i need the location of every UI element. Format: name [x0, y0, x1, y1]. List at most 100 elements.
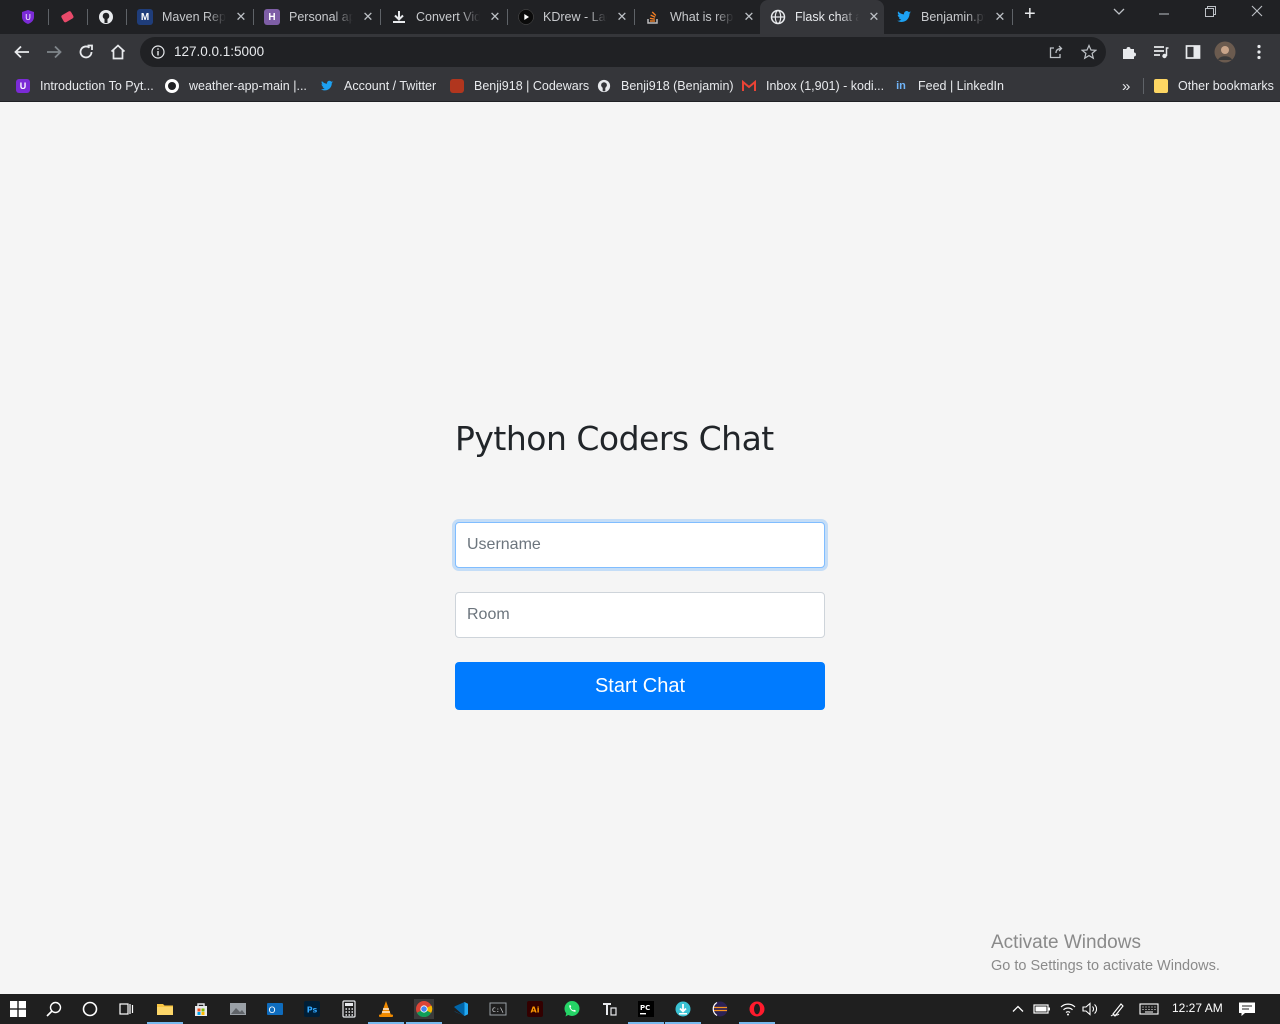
tab-maven[interactable]: M Maven Repository ✕	[137, 0, 248, 34]
taskbar-clock[interactable]: 12:27 AM	[1172, 1001, 1223, 1015]
url-text: 127.0.0.1:5000	[174, 44, 265, 59]
close-icon[interactable]: ✕	[361, 9, 375, 25]
touch-keyboard-tray-icon[interactable]	[1139, 999, 1159, 1019]
menu-button[interactable]	[1248, 41, 1270, 63]
bookmark-codewars[interactable]: Benji918 | Codewars	[450, 76, 589, 96]
pinned-tab-github[interactable]	[97, 8, 115, 26]
bookmark-weather-app[interactable]: weather-app-main |...	[165, 76, 307, 96]
show-hidden-icons-button[interactable]	[1008, 999, 1028, 1019]
bookmark-twitter-account[interactable]: Account / Twitter	[320, 76, 436, 96]
vscode-icon	[454, 1002, 468, 1016]
minimize-icon[interactable]	[1158, 4, 1170, 21]
github-icon	[597, 79, 611, 93]
battery-tray-icon[interactable]	[1032, 999, 1052, 1019]
windows-taskbar: O Ps C:\ Ai PC 12:27 AM	[0, 994, 1280, 1024]
gmail-icon	[742, 79, 756, 93]
close-icon[interactable]: ✕	[993, 9, 1007, 25]
more-bookmarks-button[interactable]: »	[1122, 76, 1130, 96]
download-icon	[391, 9, 407, 25]
taskbar-photos[interactable]	[228, 999, 248, 1019]
photoshop-icon: Ps	[304, 1001, 320, 1017]
eraser-icon	[61, 11, 74, 23]
taskbar-whatsapp[interactable]	[562, 999, 582, 1019]
tab-convert-video[interactable]: Convert Video ✕	[391, 0, 502, 34]
taskbar-photoshop[interactable]: Ps	[302, 999, 322, 1019]
playlist-icon	[1154, 46, 1169, 59]
close-window-icon[interactable]	[1250, 4, 1264, 21]
taskbar-downloader[interactable]	[665, 999, 701, 1024]
start-chat-button[interactable]: Start Chat	[455, 662, 825, 710]
volume-tray-icon[interactable]	[1080, 999, 1100, 1019]
taskbar-file-explorer[interactable]	[147, 999, 183, 1024]
terminal-icon: C:\	[489, 1002, 507, 1016]
bookmark-gmail-inbox[interactable]: Inbox (1,901) - kodi...	[742, 76, 884, 96]
back-button[interactable]	[11, 41, 33, 63]
close-icon[interactable]: ✕	[742, 9, 756, 25]
username-input[interactable]	[455, 522, 825, 568]
taskbar-store[interactable]	[191, 999, 211, 1019]
taskbar-vlc[interactable]	[368, 999, 404, 1024]
other-bookmarks-folder[interactable]: Other bookmarks	[1154, 76, 1274, 96]
tab-strip: U M Maven Repository ✕ H Personal app ✕ …	[0, 0, 1280, 34]
close-icon[interactable]: ✕	[234, 9, 248, 25]
chevron-up-icon	[1012, 1005, 1024, 1012]
share-icon[interactable]	[1048, 44, 1064, 60]
taskbar-opera[interactable]	[739, 999, 775, 1024]
activate-windows-watermark: Activate Windows Go to Settings to activ…	[991, 932, 1220, 974]
restore-icon[interactable]	[1204, 4, 1216, 21]
action-center-button[interactable]	[1237, 999, 1257, 1019]
task-view-button[interactable]	[116, 999, 136, 1019]
site-info-icon[interactable]	[151, 45, 165, 59]
taskbar-pycharm[interactable]: PC	[628, 999, 664, 1024]
stackoverflow-icon	[645, 9, 661, 25]
bookmark-intro-python[interactable]: U Introduction To Pyt...	[16, 76, 154, 96]
side-panel-button[interactable]	[1182, 41, 1204, 63]
taskbar-outlook[interactable]: O	[265, 999, 285, 1019]
pinned-tab-ublock[interactable]: U	[19, 8, 37, 26]
tab-kdrew[interactable]: KDrew - Lagos ✕	[518, 0, 629, 34]
codewars-icon	[450, 79, 464, 93]
reload-button[interactable]	[75, 41, 97, 63]
profile-button[interactable]	[1214, 41, 1236, 63]
tab-benjamin-py[interactable]: Benjamin.py ✕	[896, 0, 1007, 34]
taskbar-calculator[interactable]	[339, 999, 359, 1019]
tab-flask-chat-app[interactable]: Flask chat app ✕	[760, 0, 884, 34]
github-icon	[99, 10, 113, 24]
tab-search-icon[interactable]	[1112, 4, 1126, 21]
taskbar-terminal[interactable]: C:\	[488, 999, 508, 1019]
extensions-button[interactable]	[1118, 41, 1140, 63]
folder-icon	[157, 1004, 173, 1015]
taskbar-vscode[interactable]	[451, 999, 471, 1019]
search-button[interactable]	[44, 999, 64, 1019]
start-button[interactable]	[8, 999, 28, 1019]
close-icon[interactable]: ✕	[488, 9, 502, 25]
taskbar-chrome[interactable]	[406, 999, 442, 1024]
pen-tray-icon[interactable]	[1108, 999, 1128, 1019]
taskbar-notepad[interactable]	[599, 999, 619, 1019]
address-bar[interactable]: 127.0.0.1:5000	[140, 37, 1106, 67]
network-tray-icon[interactable]	[1058, 999, 1078, 1019]
taskbar-illustrator[interactable]: Ai	[525, 999, 545, 1019]
taskbar-eclipse[interactable]	[710, 999, 730, 1019]
bookmark-linkedin[interactable]: in Feed | LinkedIn	[894, 76, 1004, 96]
close-icon[interactable]: ✕	[867, 9, 881, 25]
tab-personal-app[interactable]: H Personal app ✕	[264, 0, 375, 34]
new-tab-button[interactable]: +	[1024, 3, 1036, 26]
forward-button[interactable]	[43, 41, 65, 63]
bookmark-github-profile[interactable]: Benji918 (Benjamin)	[597, 76, 734, 96]
pinned-tab-eraser[interactable]	[58, 8, 76, 26]
cortana-button[interactable]	[80, 999, 100, 1019]
calculator-icon	[342, 1000, 356, 1018]
back-arrow-icon	[14, 45, 29, 59]
close-icon[interactable]: ✕	[615, 9, 629, 25]
tab-what-is-repl[interactable]: What is repl ✕	[645, 0, 756, 34]
home-button[interactable]	[107, 41, 129, 63]
pycharm-icon: PC	[638, 1001, 654, 1017]
maven-icon: M	[137, 9, 153, 25]
media-control-button[interactable]	[1150, 41, 1172, 63]
store-bag-icon	[195, 1003, 207, 1016]
search-icon	[46, 1001, 62, 1017]
room-input[interactable]	[455, 592, 825, 638]
bookmark-star-icon[interactable]	[1081, 44, 1097, 60]
svg-text:PC: PC	[640, 1004, 650, 1012]
